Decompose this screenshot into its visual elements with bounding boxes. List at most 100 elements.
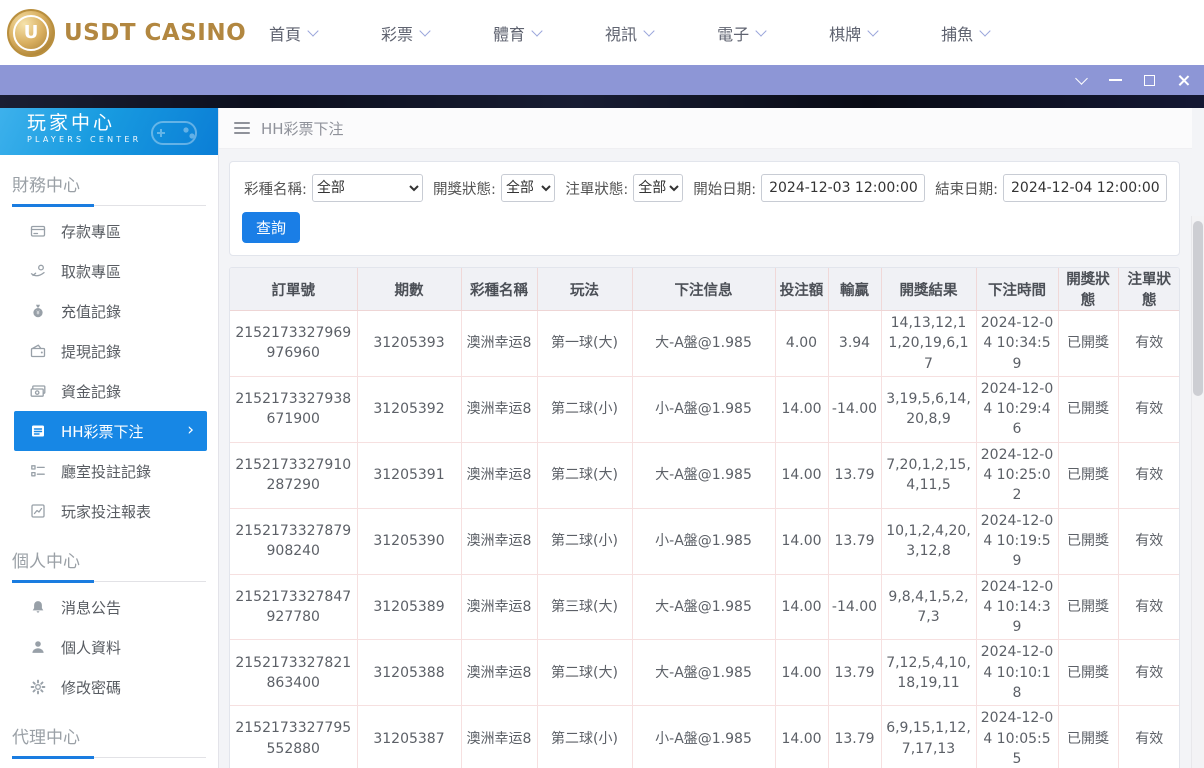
sidebar-item-deposit[interactable]: 存款專區 bbox=[14, 211, 207, 251]
banner-strip bbox=[0, 95, 1204, 108]
table-cell: 第一球(大) bbox=[537, 310, 633, 377]
sidebar-item-announcements[interactable]: 消息公告 bbox=[14, 587, 207, 627]
sidebar-section-title: 個人中心 bbox=[12, 552, 80, 572]
order-status-select[interactable]: 全部 bbox=[633, 174, 684, 202]
table-cell: 14.00 bbox=[775, 376, 829, 443]
sidebar-item-label: 存款專區 bbox=[61, 222, 122, 241]
table-cell: 有效 bbox=[1118, 310, 1179, 377]
nav-item-lottery[interactable]: 彩票 bbox=[381, 21, 431, 45]
hamburger-icon[interactable] bbox=[234, 122, 250, 134]
table-cell: 31205390 bbox=[357, 508, 462, 575]
table-cell: 2024-12-04 10:10:18 bbox=[976, 639, 1059, 707]
sidebar-menu: 財務中心存款專區取款專區 ¥ 充值記錄提現記錄資金記錄 HH彩票下注廳室投註記錄玩家投… bbox=[0, 171, 218, 768]
table-cell: 澳洲幸运8 bbox=[461, 574, 538, 641]
window-close-button[interactable] bbox=[1166, 65, 1200, 95]
sidebar-item-profile[interactable]: 個人資料 bbox=[14, 627, 207, 667]
scrollbar-thumb[interactable] bbox=[1193, 221, 1203, 396]
sidebar-item-funds-record[interactable]: 資金記錄 bbox=[14, 371, 207, 411]
table-cell: 澳洲幸运8 bbox=[461, 310, 538, 377]
table-cell: 13.79 bbox=[828, 442, 882, 509]
sidebar-item-withdraw[interactable]: 取款專區 bbox=[14, 251, 207, 291]
table-cell: 2024-12-04 10:25:02 bbox=[976, 442, 1059, 509]
nav-item-video[interactable]: 視訊 bbox=[605, 21, 655, 45]
page-title: HH彩票下注 bbox=[261, 119, 344, 138]
table-cell: 有效 bbox=[1118, 376, 1179, 443]
end-date-input[interactable] bbox=[1003, 174, 1167, 202]
draw-status-label: 開獎狀態: bbox=[433, 181, 496, 198]
window-maximize-button[interactable] bbox=[1132, 65, 1166, 95]
coin-letter: U bbox=[13, 14, 49, 51]
table-cell: 小-A盤@1.985 bbox=[632, 376, 776, 443]
draw-status-select[interactable]: 全部 bbox=[500, 174, 556, 202]
main-panel: HH彩票下注 彩種名稱:全部開獎狀態:全部注單狀態:全部開始日期:結束日期: 查… bbox=[219, 108, 1192, 768]
table-cell: 有效 bbox=[1118, 574, 1179, 641]
nav-item-home[interactable]: 首頁 bbox=[269, 21, 319, 45]
filter-card: 彩種名稱:全部開獎狀態:全部注單狀態:全部開始日期:結束日期: 查詢 bbox=[229, 161, 1180, 256]
start-date-input[interactable] bbox=[761, 174, 926, 202]
table-row: 2152173327821863400 31205388 澳洲幸运8 第二球(大) 大-… bbox=[230, 639, 1179, 707]
table-cell: 2024-12-04 10:29:46 bbox=[976, 376, 1059, 443]
table-cell: 第二球(小) bbox=[537, 508, 633, 575]
sidebar-item-label: 玩家投注報表 bbox=[61, 502, 152, 521]
sidebar-item-withdraw-record[interactable]: 提現記錄 bbox=[14, 331, 207, 371]
table-cell: 14,13,12,11,20,19,6,17 bbox=[881, 310, 977, 377]
nav-item-slots[interactable]: 電子 bbox=[717, 21, 767, 45]
funds-record-icon bbox=[30, 383, 46, 399]
nav-item-fishing[interactable]: 捕魚 bbox=[941, 21, 991, 45]
query-button[interactable]: 查詢 bbox=[242, 212, 300, 243]
section-divider bbox=[12, 204, 206, 207]
table-cell: 2024-12-04 10:05:55 bbox=[976, 705, 1059, 768]
table-cell: 31205392 bbox=[357, 376, 462, 443]
nav-item-label: 電子 bbox=[717, 24, 750, 44]
top-header: U USDT CASINO 首頁 彩票 體育 視訊 電子 棋牌 捕魚 bbox=[0, 0, 1204, 65]
table-row: 2152173327795552880 31205387 澳洲幸运8 第二球(小) 小-… bbox=[230, 705, 1179, 768]
sidebar-item-label: 提現記錄 bbox=[61, 342, 122, 361]
table-cell: 14.00 bbox=[775, 574, 829, 641]
table-row: 2152173327847927780 31205389 澳洲幸运8 第三球(大) 大-… bbox=[230, 574, 1179, 641]
sidebar-item-label: 資金記錄 bbox=[61, 382, 122, 401]
sidebar-item-room-bet-record[interactable]: 廳室投註記錄 bbox=[14, 451, 207, 491]
table-cell: 有效 bbox=[1118, 639, 1179, 707]
sidebar-item-hh-lottery-bet[interactable]: HH彩票下注 bbox=[14, 411, 207, 451]
nav-item-sports[interactable]: 體育 bbox=[493, 21, 543, 45]
sidebar-section-title: 財務中心 bbox=[12, 176, 80, 196]
table-cell: 小-A盤@1.985 bbox=[632, 508, 776, 575]
chevron-down-icon bbox=[531, 24, 543, 37]
nav-item-label: 捕魚 bbox=[941, 24, 974, 44]
table-cell: 7,20,1,2,15,4,11,5 bbox=[881, 442, 977, 509]
table-cell: 大-A盤@1.985 bbox=[632, 310, 776, 377]
close-icon bbox=[1177, 74, 1190, 87]
table-header-cell: 彩種名稱 bbox=[461, 268, 538, 311]
table-cell: 第三球(大) bbox=[537, 574, 633, 641]
nav-item-cards[interactable]: 棋牌 bbox=[829, 21, 879, 45]
table-row: 2152173327879908240 31205390 澳洲幸运8 第二球(小) 小-… bbox=[230, 508, 1179, 575]
table-cell: 小-A盤@1.985 bbox=[632, 705, 776, 768]
lottery-name-select[interactable]: 全部 bbox=[311, 174, 424, 202]
vertical-scrollbar[interactable] bbox=[1191, 216, 1204, 768]
window-collapse-button[interactable] bbox=[1064, 65, 1098, 95]
sidebar-item-agent-rules[interactable]: 代理規則說明 bbox=[14, 763, 207, 768]
sidebar-item-player-report[interactable]: 玩家投注報表 bbox=[14, 491, 207, 531]
table-cell: -14.00 bbox=[828, 376, 882, 443]
chevron-down-icon bbox=[979, 24, 991, 37]
table-cell: 2024-12-04 10:34:59 bbox=[976, 310, 1059, 377]
table-cell: 已開獎 bbox=[1058, 310, 1119, 377]
table-header-cell: 開獎狀態 bbox=[1058, 268, 1119, 311]
sidebar: 玩家中心 PLAYERS CENTER 財務中心 存款專區 取款專區 ¥ 充值記錄 提現記… bbox=[0, 108, 219, 768]
sidebar-item-recharge-record[interactable]: ¥ 充值記錄 bbox=[14, 291, 207, 331]
table-header-cell: 下注時間 bbox=[976, 268, 1059, 311]
announcement-icon bbox=[30, 599, 46, 615]
coin-logo-icon: U bbox=[7, 8, 55, 57]
nav-item-label: 首頁 bbox=[269, 24, 302, 44]
table-cell: 14.00 bbox=[775, 639, 829, 707]
sidebar-item-change-password[interactable]: 修改密碼 bbox=[14, 667, 207, 707]
lottery-name-label: 彩種名稱: bbox=[244, 181, 307, 198]
table-cell: 2152173327938671900 bbox=[230, 376, 358, 443]
breadcrumb: HH彩票下注 bbox=[219, 108, 1192, 149]
chevron-down-icon bbox=[867, 24, 879, 37]
table-cell: 7,12,5,4,10,18,19,11 bbox=[881, 639, 977, 707]
window-minimize-button[interactable] bbox=[1098, 65, 1132, 95]
table-row: 2152173327969976960 31205393 澳洲幸运8 第一球(大) 大-… bbox=[230, 310, 1179, 377]
table-cell: 13.79 bbox=[828, 639, 882, 707]
table-cell: 2152173327795552880 bbox=[230, 705, 358, 768]
